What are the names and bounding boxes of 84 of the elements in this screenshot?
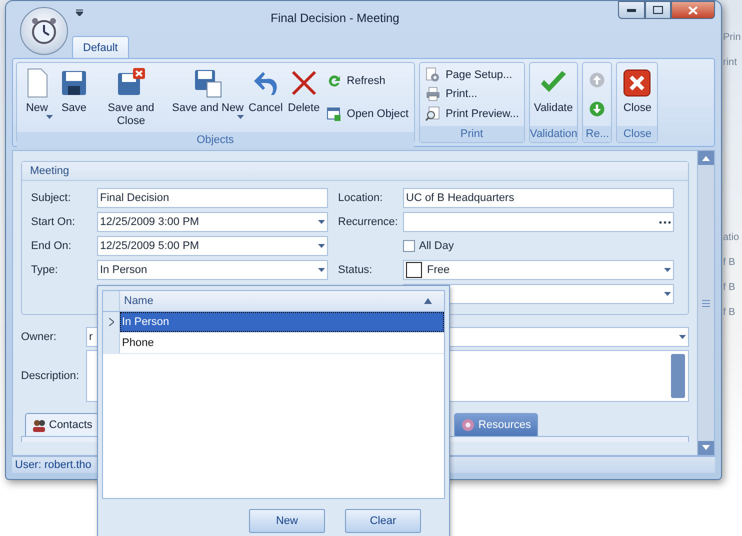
combo-box[interactable]: 12/25/2009 3:00 PM [97, 212, 328, 232]
row-indicator[interactable] [103, 312, 120, 332]
caret-icon [664, 268, 671, 272]
background-text: rint [723, 57, 738, 68]
ribbon-button[interactable]: Print Preview... [422, 105, 522, 124]
text-field[interactable]: UC of B Headquarters [403, 188, 674, 208]
minimize-icon [627, 8, 636, 12]
combo-box[interactable]: Free [403, 260, 674, 280]
text-field[interactable] [403, 212, 674, 232]
group-title: Meeting [22, 162, 688, 181]
ribbon-button[interactable]: Page Setup... [422, 66, 522, 84]
scroll-up-icon [698, 151, 714, 165]
checkbox[interactable] [403, 240, 415, 252]
popup-button[interactable]: Clear [345, 509, 421, 533]
ribbon-button[interactable]: Delete [286, 65, 322, 130]
group-label: Re... [583, 126, 612, 142]
ribbon-button[interactable]: New [19, 65, 55, 130]
background-text: f B [723, 282, 736, 293]
customize-caret-icon [76, 9, 83, 16]
caret-icon [318, 244, 325, 248]
group-label: Objects [17, 132, 414, 148]
caret-icon [318, 268, 325, 272]
grid-row[interactable]: In Person [120, 312, 444, 332]
minimize-button[interactable] [618, 1, 645, 19]
field-label: Location: [338, 192, 384, 204]
group-label: Close [617, 126, 658, 142]
ribbon-button[interactable]: Refresh [322, 72, 412, 90]
background-text: atio [723, 232, 740, 243]
popup-button[interactable]: New [249, 509, 325, 533]
field-label: Recurrence: [338, 216, 399, 228]
field-label: End On: [31, 240, 72, 252]
ellipsis-icon [659, 220, 671, 224]
background-text: f B [723, 307, 736, 318]
window-icon [326, 106, 342, 122]
maximize-button[interactable] [645, 1, 671, 19]
group-label: Print [420, 126, 524, 142]
ribbon-button[interactable]: Open Object [322, 104, 412, 123]
background-text: f B [723, 257, 736, 268]
field-label: Type: [31, 264, 59, 276]
ribbon-button[interactable]: Close [619, 65, 656, 124]
application-button[interactable] [20, 7, 68, 55]
quick-access-button[interactable] [76, 9, 83, 16]
field-label: Owner: [21, 331, 58, 343]
ribbon-button[interactable]: Save and New [170, 65, 246, 130]
status-swatch-icon [406, 262, 422, 278]
scroll-grip-icon [702, 300, 710, 306]
close-button[interactable] [671, 1, 715, 19]
row-pointer-icon [108, 318, 114, 326]
ribbon-button[interactable]: Cancel [246, 65, 285, 130]
alarm-clock-icon [29, 16, 59, 46]
scrollbar[interactable] [697, 151, 714, 455]
field-label: Description: [21, 370, 80, 382]
dropdown-caret-icon [236, 115, 244, 119]
field-label: Start On: [31, 216, 76, 228]
ribbon-tab[interactable]: Default [72, 36, 129, 58]
scroll-down-icon [698, 441, 714, 455]
printer-icon [424, 86, 441, 102]
group-label: Validation [530, 126, 578, 142]
people-icon [32, 418, 46, 432]
magnifier-icon [424, 106, 441, 122]
detail-tab[interactable]: Contacts [25, 413, 100, 436]
text-field[interactable]: Final Decision [97, 188, 328, 208]
field-label: Subject: [31, 192, 72, 204]
dropdown-caret-icon [46, 115, 53, 119]
caret-icon [679, 335, 686, 339]
ribbon-button[interactable]: Print... [422, 85, 522, 104]
row-indicator [103, 291, 120, 311]
status-text: User: robert.tho [15, 459, 92, 471]
ribbon-button[interactable]: Save [56, 65, 92, 130]
combo-box[interactable]: 12/25/2009 5:00 PM [97, 236, 328, 256]
scrollbar[interactable] [671, 354, 685, 398]
sort-ascending-icon [424, 298, 432, 304]
field-label: Status: [338, 264, 374, 276]
close-icon [621, 67, 654, 99]
combo-box[interactable]: In Person [97, 260, 328, 280]
ribbon-button[interactable]: Save and Close [93, 65, 169, 130]
ribbon-button[interactable]: Validate [532, 65, 575, 124]
checkbox-label: All Day [419, 240, 454, 252]
background-text: Prin [723, 32, 742, 43]
maximize-icon [653, 6, 663, 14]
caret-icon [664, 292, 671, 296]
caret-icon [318, 220, 325, 224]
close-icon [688, 6, 698, 14]
window-title: Final Decision - Meeting [270, 11, 400, 25]
